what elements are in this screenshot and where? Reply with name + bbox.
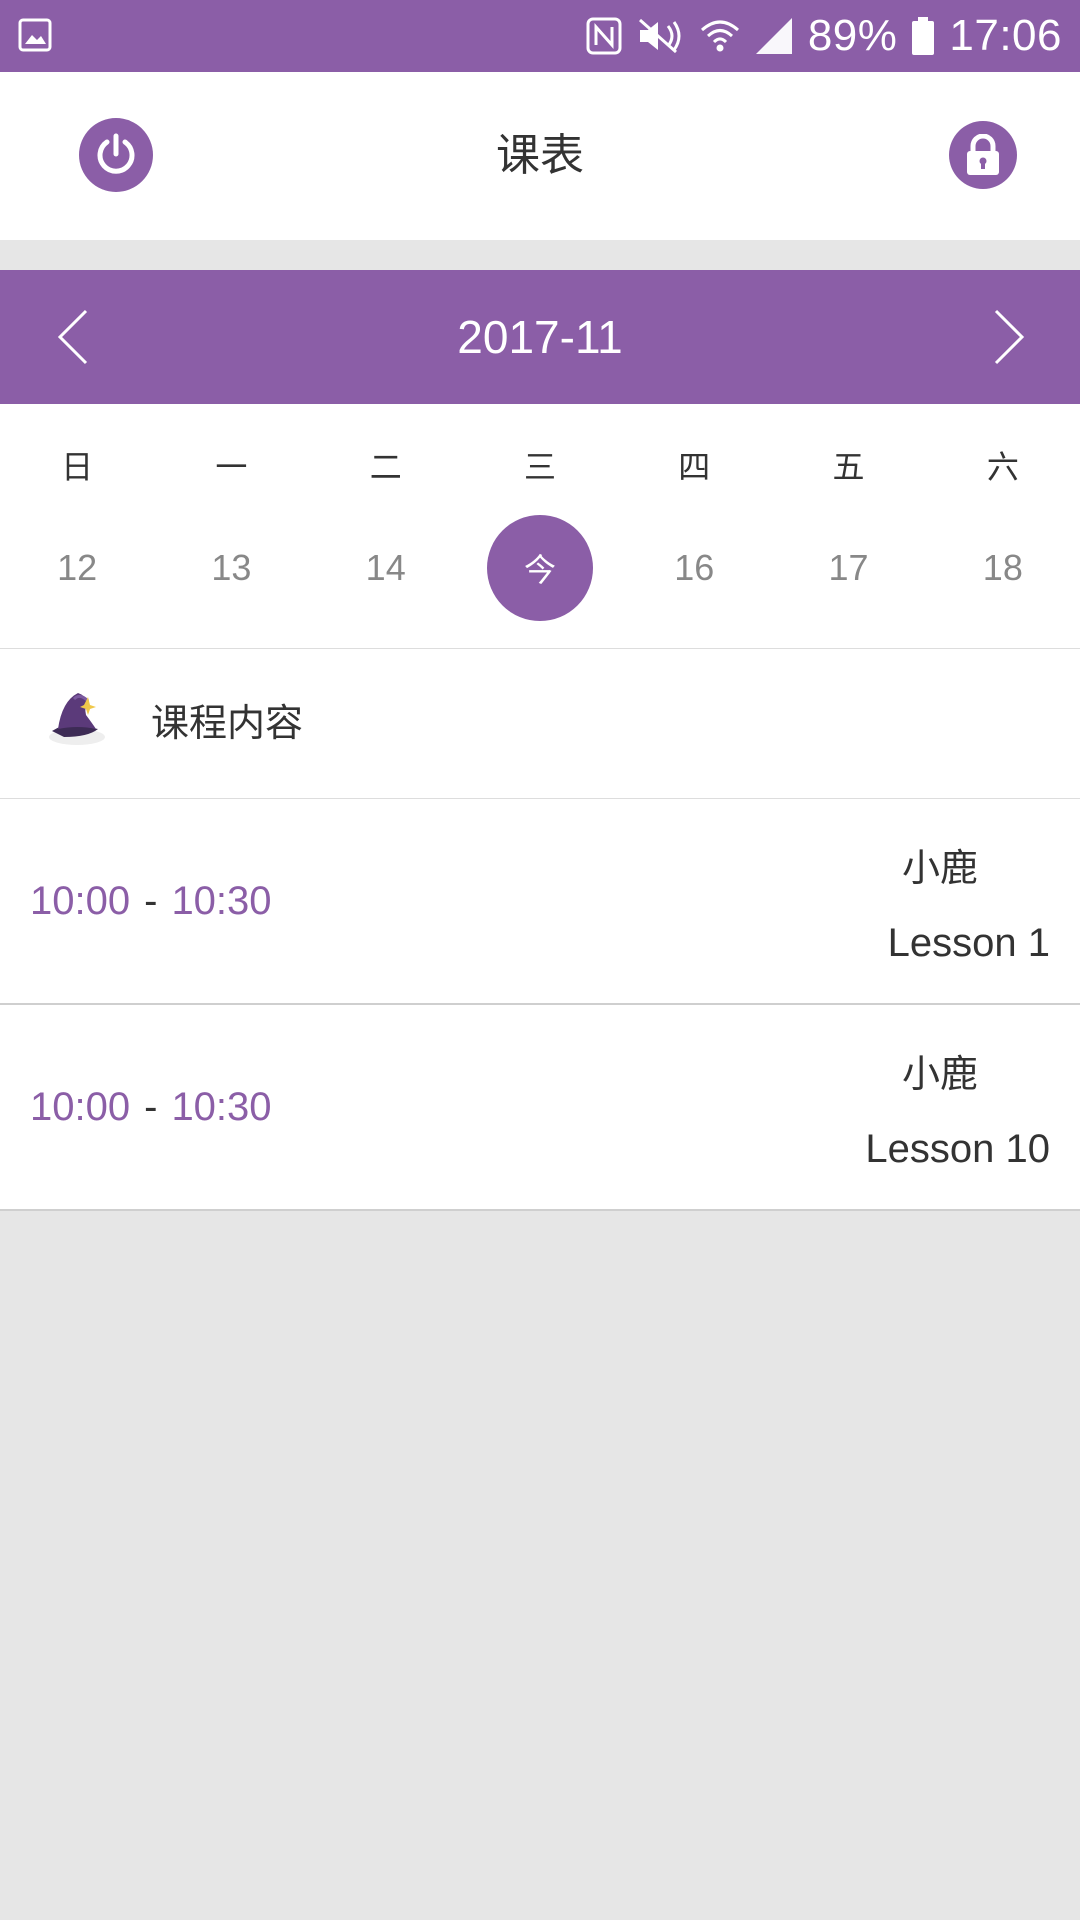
lesson-row[interactable]: 10:00-10:30 小鹿 Lesson 1 bbox=[0, 799, 1080, 1005]
lesson-name: Lesson 1 bbox=[887, 921, 1050, 965]
battery-percent: 89% bbox=[807, 11, 898, 60]
end-time: 10:30 bbox=[171, 879, 272, 923]
week-calendar: 日 一 二 三 四 五 六 12 13 14 今 16 17 18 bbox=[0, 404, 1080, 649]
course-content-header: 课程内容 bbox=[0, 649, 1080, 799]
mute-icon bbox=[638, 18, 681, 54]
wifi-icon bbox=[700, 20, 739, 52]
weekday-label: 五 bbox=[832, 448, 865, 486]
logout-button[interactable] bbox=[79, 118, 153, 192]
date-cell[interactable]: 14 bbox=[309, 514, 463, 622]
app-header: 课表 bbox=[0, 72, 1080, 240]
lock-button[interactable] bbox=[949, 121, 1017, 189]
date-cell[interactable]: 17 bbox=[771, 514, 925, 622]
power-icon bbox=[97, 133, 135, 174]
signal-icon bbox=[755, 18, 792, 54]
page-title: 课表 bbox=[496, 130, 584, 181]
start-time: 10:00 bbox=[30, 1085, 131, 1129]
lesson-time: 10:00-10:30 bbox=[30, 1005, 272, 1209]
today-marker: 今 bbox=[486, 515, 593, 621]
weekday-label: 六 bbox=[986, 448, 1019, 486]
section-title: 课程内容 bbox=[151, 701, 304, 745]
teacher-name: 小鹿 bbox=[901, 846, 978, 890]
end-time: 10:30 bbox=[171, 1085, 272, 1129]
lesson-row[interactable]: 10:00-10:30 小鹿 Lesson 10 bbox=[0, 1005, 1080, 1211]
month-navigator: 2017-11 bbox=[0, 270, 1080, 404]
lock-icon bbox=[967, 134, 999, 175]
weekday-label: 二 bbox=[369, 448, 402, 486]
weekday-label: 三 bbox=[523, 448, 556, 486]
status-bar: 89% 17:06 bbox=[0, 0, 1080, 72]
date-cell[interactable]: 13 bbox=[154, 514, 308, 622]
weekday-header-row: 日 一 二 三 四 五 六 bbox=[0, 440, 1080, 490]
weekday-label: 一 bbox=[215, 448, 248, 486]
time-separator: - bbox=[144, 1085, 158, 1129]
teacher-name: 小鹿 bbox=[901, 1052, 978, 1096]
battery-icon bbox=[912, 17, 935, 55]
date-cell-today[interactable]: 今 bbox=[463, 514, 617, 622]
lesson-name: Lesson 10 bbox=[865, 1127, 1050, 1171]
nfc-icon bbox=[586, 17, 622, 55]
date-cell[interactable]: 16 bbox=[617, 514, 771, 622]
current-month: 2017-11 bbox=[457, 311, 623, 363]
date-cell[interactable]: 18 bbox=[926, 514, 1080, 622]
header-spacer bbox=[0, 240, 1080, 270]
wizard-hat-icon bbox=[49, 693, 105, 745]
clock: 17:06 bbox=[949, 11, 1062, 60]
date-row: 12 13 14 今 16 17 18 bbox=[0, 514, 1080, 622]
start-time: 10:00 bbox=[30, 879, 131, 923]
weekday-label: 日 bbox=[61, 448, 94, 486]
lesson-time: 10:00-10:30 bbox=[30, 799, 272, 1003]
weekday-label: 四 bbox=[678, 448, 711, 486]
image-notification-icon bbox=[18, 18, 52, 52]
chevron-right-icon[interactable] bbox=[976, 307, 1036, 367]
date-cell[interactable]: 12 bbox=[0, 514, 154, 622]
time-separator: - bbox=[144, 879, 158, 923]
status-icons: 89% 17:06 bbox=[586, 0, 1062, 72]
